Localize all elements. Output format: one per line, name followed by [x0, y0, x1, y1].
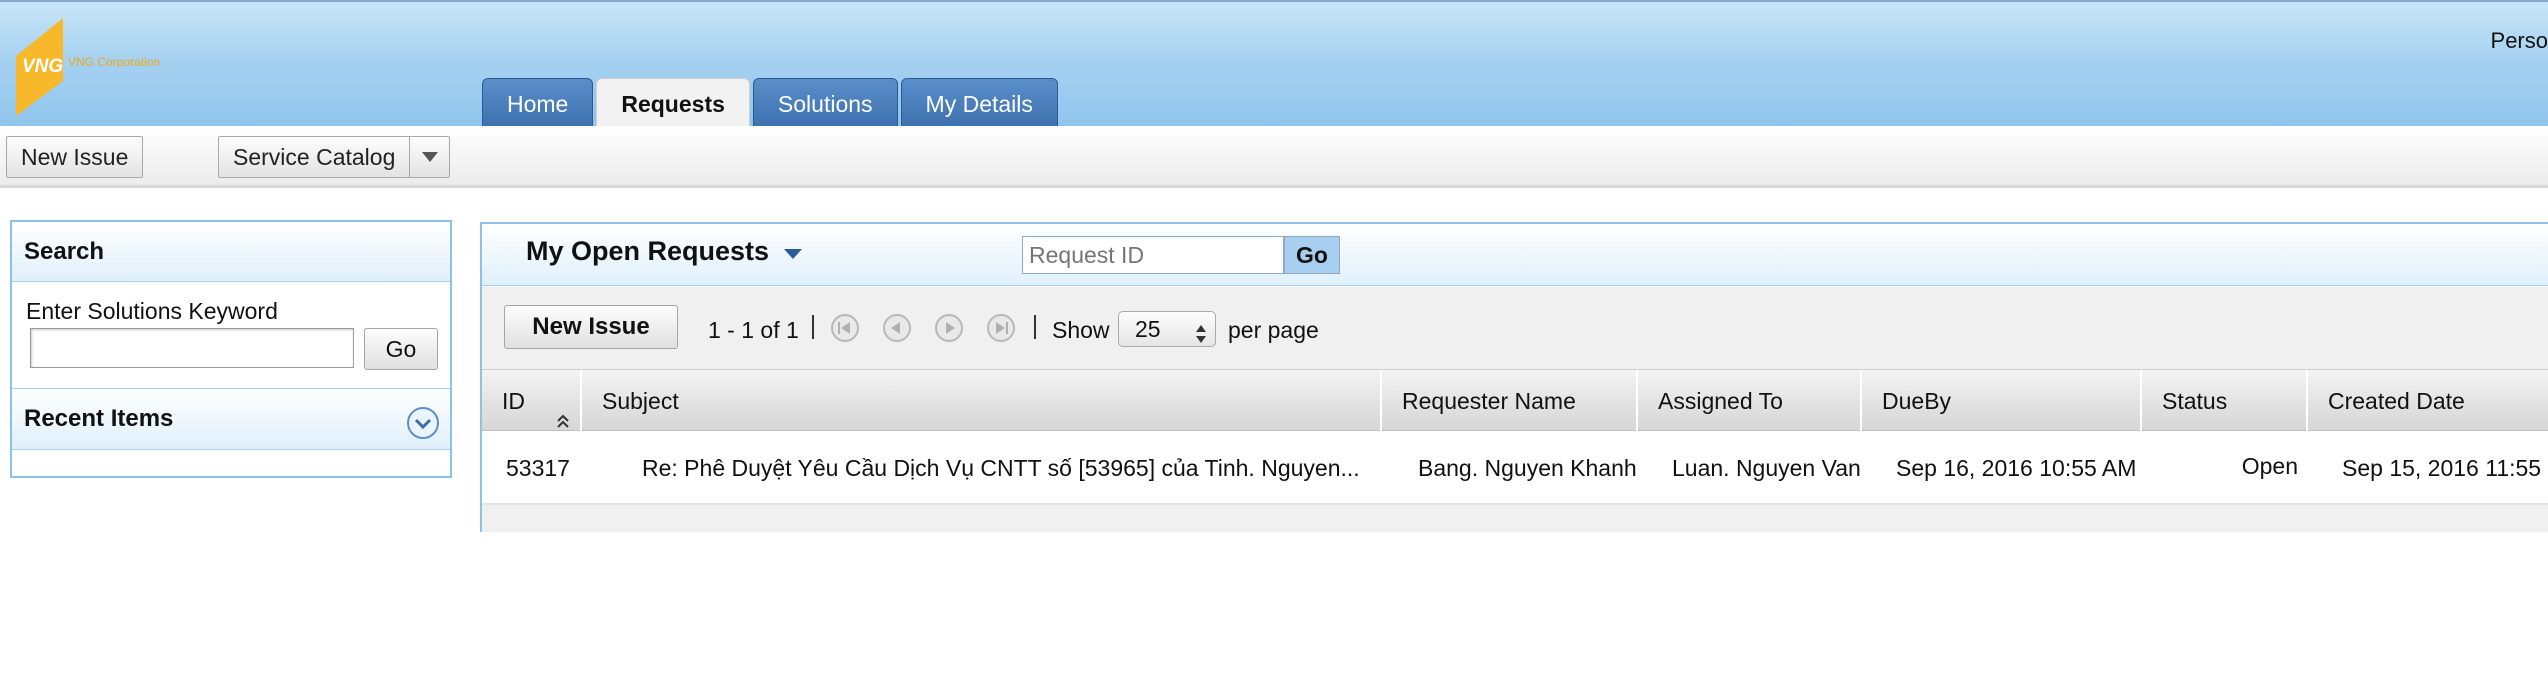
solutions-keyword-input[interactable]	[30, 328, 354, 368]
search-panel: Search Enter Solutions Keyword Go Recent…	[10, 220, 452, 478]
spinner-arrows-icon	[1195, 319, 1207, 353]
next-page-icon[interactable]	[934, 313, 964, 343]
keyword-label: Enter Solutions Keyword	[26, 298, 278, 324]
request-id-go-button[interactable]: Go	[1284, 236, 1340, 274]
separator	[812, 315, 814, 339]
column-header-id[interactable]: ID	[482, 370, 582, 432]
cell-created-date: Sep 15, 2016 11:55	[2342, 455, 2542, 481]
cell-dueby: Sep 16, 2016 10:55 AM	[1896, 455, 2137, 481]
column-header-dueby[interactable]: DueBy	[1862, 370, 2142, 432]
column-header-subject[interactable]: Subject	[582, 370, 1382, 432]
table-footer	[482, 505, 2548, 532]
cell-subject[interactable]: Re: Phê Duyệt Yêu Cầu Dịch Vụ CNTT số [5…	[642, 431, 1382, 505]
page-size-select[interactable]: 25	[1118, 311, 1216, 347]
recent-items-title: Recent Items	[24, 405, 174, 432]
top-navigation: Home Requests Solutions My Details	[482, 78, 1061, 128]
page-size-value: 25	[1135, 316, 1161, 342]
caret-down-icon[interactable]	[783, 236, 803, 267]
column-header-created-date[interactable]: Created Date	[2308, 370, 2548, 432]
tab-home[interactable]: Home	[482, 78, 594, 128]
per-page-label: per page	[1228, 317, 1319, 343]
new-issue-button-secondary[interactable]: New Issue	[504, 305, 678, 349]
tab-requests[interactable]: Requests	[596, 78, 750, 128]
request-id-input[interactable]	[1022, 236, 1284, 274]
logo-tagline: VNG Corporation	[68, 55, 160, 69]
tab-solutions[interactable]: Solutions	[752, 78, 898, 128]
service-catalog-label: Service Catalog	[233, 144, 396, 170]
header-bar: VNG VNG Corporation Perso Home Requests …	[0, 0, 2548, 128]
toolbar: New Issue Service Catalog	[0, 126, 2548, 188]
show-label: Show	[1052, 317, 1110, 343]
first-page-icon[interactable]	[830, 313, 860, 343]
cell-requester: Bang. Nguyen Khanh	[1418, 455, 1637, 481]
chevron-down-icon[interactable]	[409, 137, 449, 177]
recent-items-header[interactable]: Recent Items	[12, 388, 450, 450]
range-text: 1 - 1 of 1	[708, 317, 799, 343]
search-panel-title: Search	[12, 222, 450, 282]
table-header: ID Subject Requester Name Assigned To Du…	[482, 369, 2548, 432]
view-title: My Open Requests	[526, 236, 770, 266]
column-header-status[interactable]: Status	[2142, 370, 2308, 432]
cell-status: Open	[2241, 453, 2298, 479]
service-catalog-dropdown[interactable]: Service Catalog	[218, 136, 451, 178]
cell-assigned-to: Luan. Nguyen Van	[1672, 455, 1861, 481]
previous-page-icon[interactable]	[882, 313, 912, 343]
personalize-link[interactable]: Perso	[2491, 28, 2548, 54]
requests-panel: My Open Requests Go New Issue 1 - 1 of 1…	[480, 222, 2548, 532]
expand-chevron-icon[interactable]	[406, 403, 440, 439]
separator	[1034, 315, 1036, 339]
column-header-assigned-to[interactable]: Assigned To	[1638, 370, 1862, 432]
view-selector[interactable]: My Open Requests	[526, 236, 803, 267]
column-label: ID	[502, 388, 525, 414]
logo-mark: VNG	[22, 56, 63, 77]
table-row[interactable]: 53317 Re: Phê Duyệt Yêu Cầu Dịch Vụ CNTT…	[482, 431, 2548, 505]
column-header-requester[interactable]: Requester Name	[1382, 370, 1638, 432]
tab-my-details[interactable]: My Details	[900, 78, 1058, 128]
new-issue-button[interactable]: New Issue	[6, 136, 144, 178]
keyword-go-button[interactable]: Go	[364, 328, 438, 370]
cell-id[interactable]: 53317	[506, 431, 582, 505]
vng-logo[interactable]: VNG VNG Corporation	[8, 16, 188, 116]
last-page-icon[interactable]	[986, 313, 1016, 343]
requests-panel-header: My Open Requests Go	[482, 224, 2548, 286]
pagination-bar: New Issue 1 - 1 of 1 Show 25 per page	[482, 287, 2548, 369]
